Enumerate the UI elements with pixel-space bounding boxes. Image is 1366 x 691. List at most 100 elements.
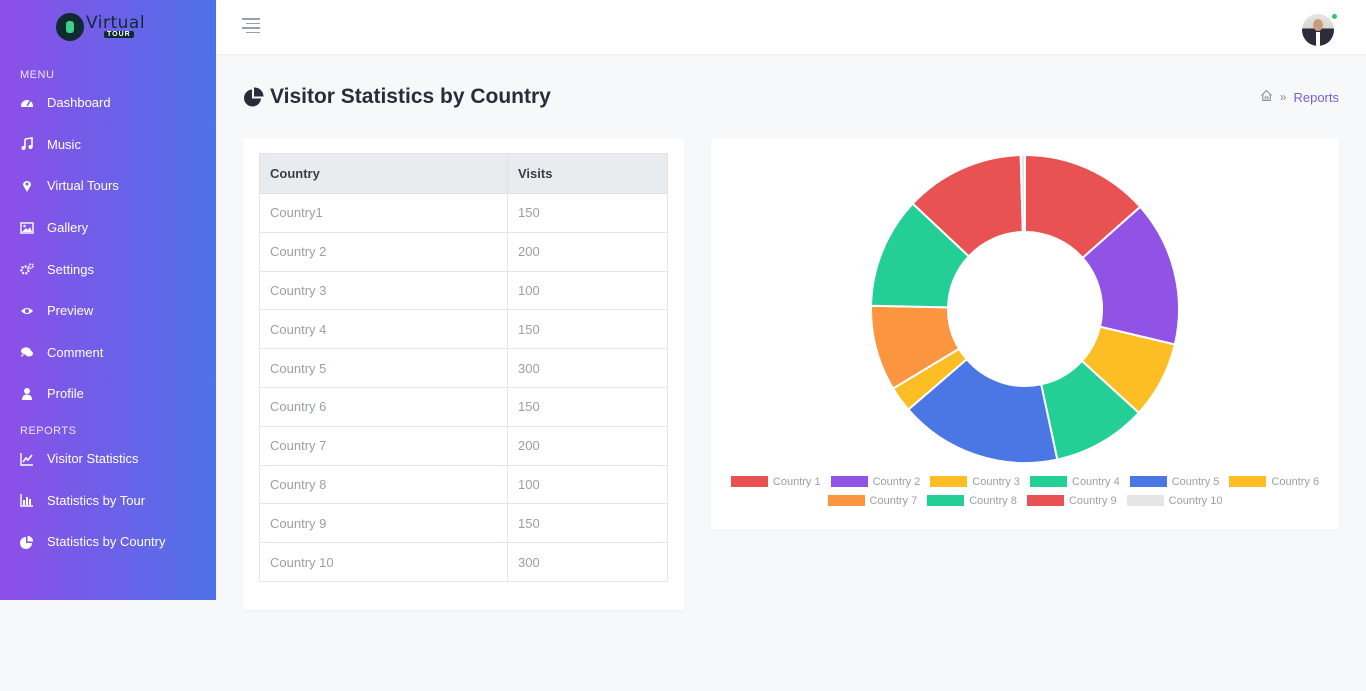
legend-swatch: [827, 495, 865, 506]
sidebar-item-label: Music: [47, 136, 81, 152]
page-title: Visitor Statistics by Country: [243, 85, 551, 109]
sidebar-item-label: Gallery: [47, 220, 89, 236]
sidebar-item-label: Dashboard: [47, 95, 111, 111]
sidebar-item-label: Virtual Tours: [47, 178, 119, 194]
column-header-country: Country: [259, 153, 508, 194]
visits-cell: 100: [507, 464, 668, 505]
legend-swatch: [1026, 495, 1064, 506]
legend-label: Country 7: [869, 494, 918, 507]
table-row: Country 10 300: [259, 542, 668, 582]
visits-cell: 200: [507, 231, 668, 272]
legend-item-2[interactable]: Country 2: [830, 475, 921, 488]
table-row: Country1 150: [259, 193, 668, 233]
image-icon: [20, 221, 34, 235]
legend-item-8[interactable]: Country 8: [927, 495, 1017, 507]
country-cell: Country 6: [259, 386, 508, 427]
menu-toggle-icon[interactable]: [242, 18, 260, 33]
table-row: Country 8 100: [259, 464, 668, 505]
legend-item-4[interactable]: Country 4: [1030, 476, 1120, 488]
sidebar-item-preview[interactable]: Preview: [0, 290, 216, 332]
sidebar-reports: Visitor Statistics Statistics by Tour St…: [0, 438, 216, 563]
legend-row: Country 7 Country 8 Country 9 Country 10: [711, 491, 1339, 510]
avatar[interactable]: [1302, 14, 1334, 46]
column-header-visits: Visits: [507, 153, 668, 194]
sidebar-item-statistics-by-tour[interactable]: Statistics by Tour: [0, 479, 216, 521]
country-cell: Country 4: [259, 309, 508, 350]
sidebar-item-gallery[interactable]: Gallery: [0, 207, 216, 249]
sidebar-item-comment[interactable]: Comment: [0, 332, 216, 374]
legend-item-10[interactable]: Country 10: [1126, 495, 1222, 507]
sidebar-item-visitor-statistics[interactable]: Visitor Statistics: [0, 438, 216, 480]
legend-label: Country 6: [1271, 475, 1320, 488]
page-title-text: Visitor Statistics by Country: [270, 85, 551, 108]
legend-item-1[interactable]: Country 1: [730, 475, 821, 488]
legend-item-9[interactable]: Country 9: [1026, 495, 1117, 507]
music-icon: [20, 137, 34, 151]
table-row: Country 5 300: [259, 348, 668, 388]
eye-icon: [20, 304, 34, 318]
visits-cell: 150: [507, 386, 668, 427]
sidebar-item-profile[interactable]: Profile: [0, 373, 216, 415]
visits-cell: 300: [507, 542, 668, 582]
bar-chart-icon: [20, 493, 34, 507]
sidebar-item-virtual-tours[interactable]: Virtual Tours: [0, 165, 216, 207]
legend-swatch: [1030, 476, 1067, 487]
table-row: Country 3 100: [259, 270, 668, 311]
visits-cell: 300: [507, 348, 668, 388]
sidebar-item-statistics-by-country[interactable]: Statistics by Country: [0, 521, 216, 563]
visits-cell: 100: [507, 270, 668, 311]
country-cell: Country 8: [259, 464, 508, 505]
breadcrumb-reports[interactable]: Reports: [1293, 90, 1339, 105]
app-logo[interactable]: Virtual TOUR: [0, 0, 216, 54]
legend-swatch: [1229, 476, 1267, 487]
legend-swatch: [1129, 476, 1167, 487]
breadcrumb-separator-icon: »: [1279, 90, 1287, 104]
legend-item-3[interactable]: Country 3: [930, 476, 1020, 488]
sidebar-menu: Dashboard Music Virtual Tours Gallery Se…: [0, 82, 216, 415]
legend-item-7[interactable]: Country 7: [827, 494, 918, 507]
sidebar-item-music[interactable]: Music: [0, 124, 216, 166]
legend-swatch: [830, 476, 868, 487]
sidebar-item-label: Comment: [47, 344, 104, 360]
legend-label: Country 8: [969, 494, 1017, 507]
legend-swatch: [1126, 495, 1164, 506]
legend-item-6[interactable]: Country 6: [1229, 476, 1319, 488]
legend-item-5[interactable]: Country 5: [1129, 475, 1220, 488]
legend-label: Country 3: [972, 475, 1020, 488]
legend-row: Country 1 Country 2 Country 3 Country 4 Coun…: [711, 472, 1339, 491]
visits-cell: 150: [507, 193, 668, 233]
pie-chart-icon: [243, 86, 264, 108]
sidebar-item-settings[interactable]: Settings: [0, 248, 216, 290]
sidebar-item-dashboard[interactable]: Dashboard: [0, 82, 216, 124]
line-chart-icon: [20, 452, 34, 466]
reports-heading: REPORTS: [20, 424, 77, 437]
country-cell: Country 2: [259, 231, 508, 272]
chart-legend: Country 1 Country 2 Country 3 Country 4 Coun…: [711, 472, 1339, 510]
sidebar-item-label: Statistics by Tour: [47, 492, 146, 508]
legend-label: Country 5: [1171, 475, 1220, 488]
dashboard-icon: [20, 96, 34, 110]
sidebar-item-label: Settings: [47, 261, 94, 277]
visits-cell: 150: [507, 503, 668, 544]
legend-label: Country 1: [772, 475, 821, 488]
country-chart-card: Country 1 Country 2 Country 3 Country 4 Coun…: [711, 138, 1339, 529]
table-row: Country 4 150: [259, 309, 668, 350]
country-cell: Country 10: [259, 542, 508, 582]
legend-label: Country 2: [872, 475, 921, 488]
country-table-card: Country Visits Country1 150 Country 2 200 …: [243, 138, 684, 610]
logo-word: Virtual: [86, 13, 146, 33]
table-header-row: Country Visits: [259, 153, 668, 194]
country-cell: Country 9: [259, 503, 508, 544]
map-marker-icon: [20, 179, 34, 193]
country-visits-table: Country Visits Country1 150 Country 2 200 …: [259, 153, 668, 582]
legend-swatch: [927, 495, 965, 506]
online-status-dot: [1331, 13, 1338, 20]
legend-swatch: [930, 476, 968, 487]
home-icon[interactable]: [1260, 89, 1273, 105]
sidebar-item-label: Statistics by Country: [47, 534, 166, 550]
country-cell: Country 3: [259, 270, 508, 311]
visits-cell: 200: [507, 425, 668, 466]
sidebar-item-label: Visitor Statistics: [47, 451, 139, 467]
legend-swatch: [730, 476, 768, 487]
user-icon: [20, 387, 34, 401]
